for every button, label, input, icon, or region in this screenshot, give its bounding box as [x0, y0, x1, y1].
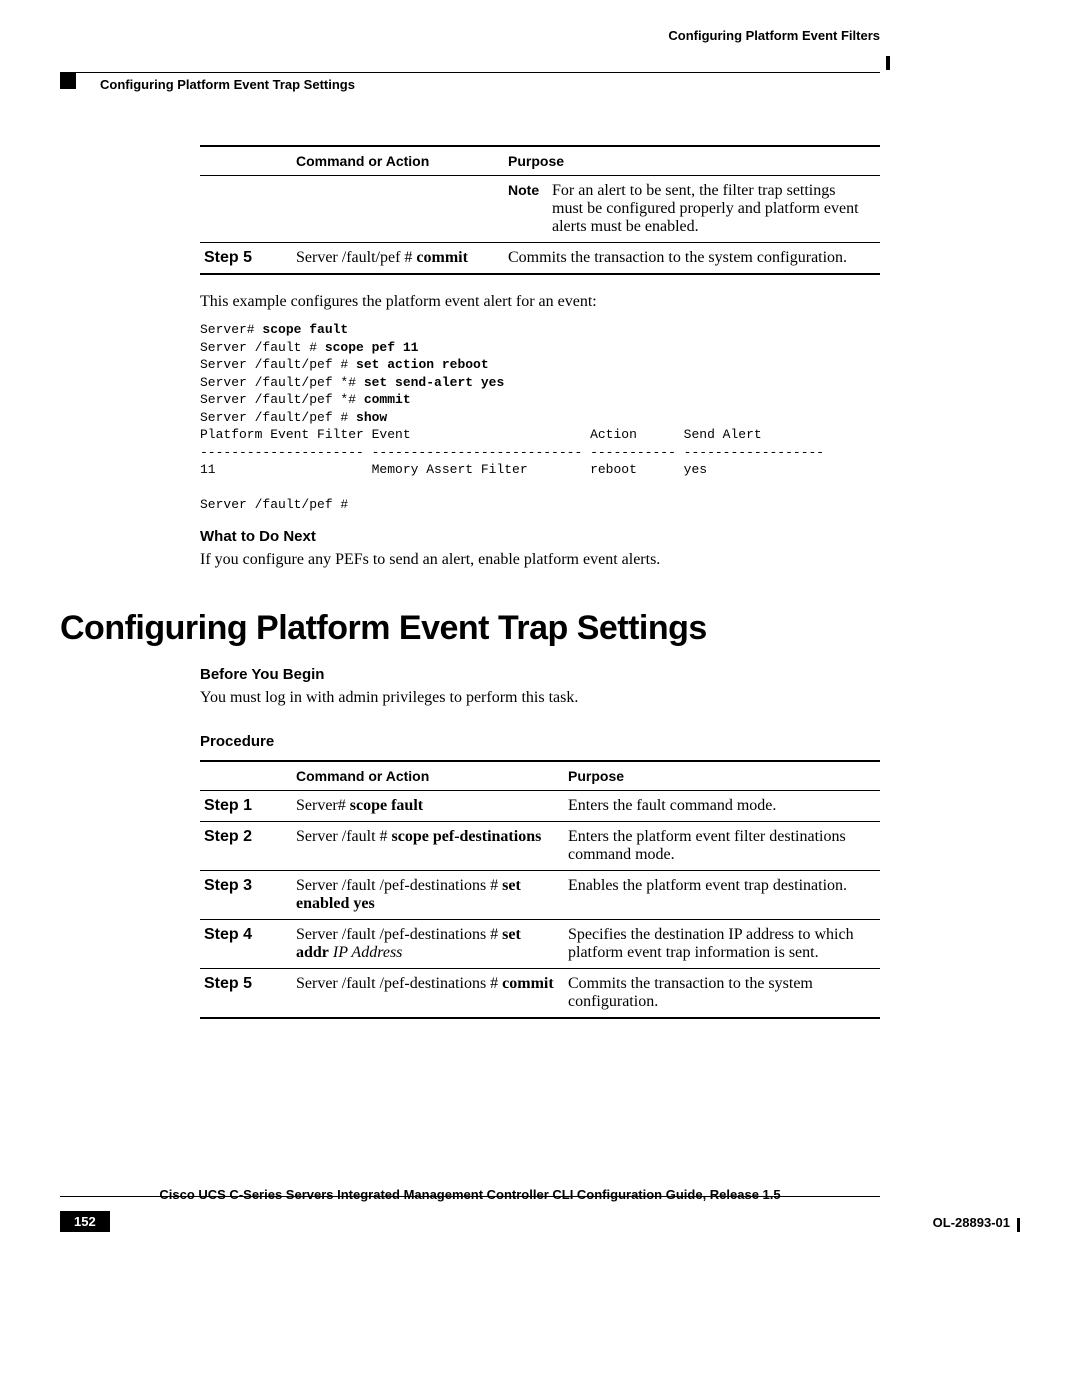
step-label: Step 2	[200, 822, 292, 871]
what-to-do-next-text: If you configure any PEFs to send an ale…	[200, 551, 880, 569]
step-purpose: Enables the platform event trap destinat…	[564, 871, 880, 920]
cli-example-block: Server# scope fault Server /fault # scop…	[200, 321, 880, 514]
table-row: Step 3Server /fault /pef-destinations # …	[200, 871, 880, 920]
step-command: Server /fault /pef-destinations # set ad…	[292, 920, 564, 969]
col-header-purpose-2: Purpose	[564, 761, 880, 791]
step-5-purpose: Commits the transaction to the system co…	[504, 243, 880, 275]
step-command: Server# scope fault	[292, 791, 564, 822]
procedure-table-trap-settings: Command or Action Purpose Step 1Server# …	[200, 760, 880, 1019]
step-label: Step 4	[200, 920, 292, 969]
header-chapter-title: Configuring Platform Event Filters	[668, 28, 880, 43]
step-command: Server /fault /pef-destinations # set en…	[292, 871, 564, 920]
footer-page-number: 152	[60, 1211, 110, 1232]
step-purpose: Enters the fault command mode.	[564, 791, 880, 822]
page-footer: Cisco UCS C-Series Servers Integrated Ma…	[60, 1196, 880, 1202]
header-section-title: Configuring Platform Event Trap Settings	[100, 77, 355, 92]
header-rule-mark	[886, 56, 890, 70]
step-purpose: Commits the transaction to the system co…	[564, 969, 880, 1019]
procedure-heading: Procedure	[200, 733, 880, 750]
note-label: Note	[508, 182, 548, 198]
footer-rule-mark	[1017, 1218, 1020, 1232]
step-label: Step 1	[200, 791, 292, 822]
table-row: Step 2Server /fault # scope pef-destinat…	[200, 822, 880, 871]
table-row: Step 5Server /fault /pef-destinations # …	[200, 969, 880, 1019]
col-header-purpose: Purpose	[504, 146, 880, 176]
what-to-do-next-heading: What to Do Next	[200, 528, 880, 545]
header-square-icon	[60, 73, 76, 89]
step-5-command: Server /fault/pef # commit	[292, 243, 504, 275]
procedure-table-continued: Command or Action Purpose Note For an al…	[200, 145, 880, 275]
table-row: Step 4Server /fault /pef-destinations # …	[200, 920, 880, 969]
example-intro-text: This example configures the platform eve…	[200, 293, 880, 311]
step-purpose: Specifies the destination IP address to …	[564, 920, 880, 969]
footer-doc-title: Cisco UCS C-Series Servers Integrated Ma…	[60, 1187, 880, 1202]
step-purpose: Enters the platform event filter destina…	[564, 822, 880, 871]
step-command: Server /fault /pef-destinations # commit	[292, 969, 564, 1019]
before-you-begin-heading: Before You Begin	[200, 666, 880, 683]
before-you-begin-text: You must log in with admin privileges to…	[200, 689, 880, 707]
step-command: Server /fault # scope pef-destinations	[292, 822, 564, 871]
header-divider	[60, 72, 880, 73]
section-title: Configuring Platform Event Trap Settings	[60, 609, 880, 648]
col-header-command: Command or Action	[292, 146, 504, 176]
step-5-label: Step 5	[200, 243, 292, 275]
step-label: Step 5	[200, 969, 292, 1019]
step-label: Step 3	[200, 871, 292, 920]
table-row: Step 1Server# scope faultEnters the faul…	[200, 791, 880, 822]
note-text: For an alert to be sent, the filter trap…	[552, 182, 866, 236]
footer-doc-id: OL-28893-01	[933, 1215, 1010, 1230]
col-header-command-2: Command or Action	[292, 761, 564, 791]
